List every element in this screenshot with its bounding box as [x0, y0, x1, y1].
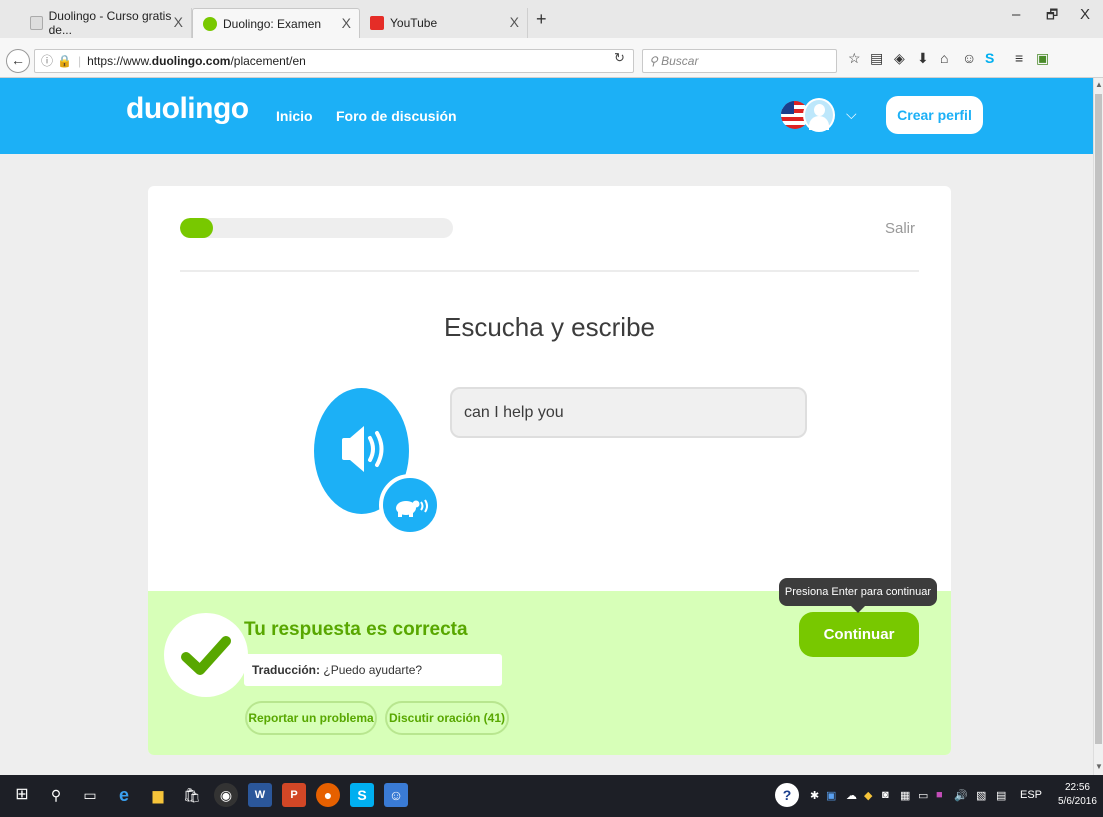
scrollbar-thumb[interactable] [1095, 94, 1102, 744]
avatar[interactable] [803, 98, 835, 132]
bluetooth-icon[interactable]: ✱ [810, 789, 819, 802]
tab-close-icon[interactable]: X [510, 14, 519, 30]
report-problem-button[interactable]: Reportar un problema [245, 701, 377, 735]
tab-duolingo-course[interactable]: Duolingo - Curso gratis de... X [20, 8, 192, 38]
tray-app-icon[interactable]: ◆ [864, 789, 872, 802]
site-header: duolingo Inicio Foro de discusión ⌵ Crea… [0, 78, 1093, 154]
restore-button[interactable]: 🗗 [1046, 6, 1058, 28]
new-tab-button[interactable]: + [536, 9, 547, 30]
language-indicator[interactable]: ESP [1020, 789, 1042, 801]
progress-fill [180, 218, 213, 238]
translation-label: Traducción: [252, 663, 321, 677]
info-icon[interactable]: ⓘ [41, 54, 53, 68]
download-icon[interactable]: ⬇ [917, 50, 929, 67]
tray-app-icon[interactable]: ■ [936, 789, 943, 801]
create-profile-button[interactable]: Crear perfil [886, 96, 983, 134]
tab-duolingo-exam[interactable]: Duolingo: Examen X [192, 8, 360, 38]
youtube-icon [370, 16, 384, 30]
search-icon[interactable]: ⚲ [44, 783, 68, 807]
menu-icon[interactable]: ≡ [1015, 50, 1023, 66]
powerpoint-icon[interactable]: P [282, 783, 306, 807]
scroll-up-icon[interactable]: ▲ [1095, 80, 1103, 89]
continue-tooltip: Presiona Enter para continuar [779, 578, 937, 613]
tab-close-icon[interactable]: X [174, 14, 183, 30]
lock-icon: 🔒 [57, 54, 72, 68]
answer-input[interactable]: can I help you [450, 387, 807, 438]
chat-icon[interactable]: ☺ [962, 50, 976, 66]
back-arrow-icon[interactable]: ← [6, 49, 30, 73]
translation-value: ¿Puedo ayudarte? [323, 663, 423, 677]
network-icon[interactable]: ▭ [918, 789, 928, 802]
app-icon[interactable]: ☺ [384, 783, 408, 807]
progress-bar [180, 218, 453, 238]
home-icon[interactable]: ⌂ [940, 50, 948, 66]
skype-taskbar-icon[interactable]: S [350, 783, 374, 807]
volume-icon[interactable]: 🔊 [954, 789, 968, 802]
windows-taskbar: ⊞ ⚲ ▭ e ▆ 🛍 ◉ W P ● S ☺ ? ✱ ▣ ☁ ◆ ◙ ▦ ▭ … [0, 775, 1103, 817]
reading-list-icon[interactable]: ▤ [870, 50, 883, 67]
continue-button[interactable]: Continuar [799, 612, 919, 657]
correct-badge [164, 613, 248, 697]
tray-app-icon[interactable]: ▣ [826, 789, 836, 802]
discuss-sentence-button[interactable]: Discutir oración (41) [385, 701, 509, 735]
nav-link-home[interactable]: Inicio [276, 108, 313, 124]
challenge-prompt: Escucha y escribe [444, 312, 655, 342]
tab-close-icon[interactable]: X [342, 15, 351, 31]
notification-icon[interactable]: ▤ [996, 789, 1006, 802]
tray-app-icon[interactable]: ▦ [900, 789, 910, 802]
system-clock[interactable]: 22:56 5/6/2016 [1058, 781, 1097, 809]
bookmark-star-icon[interactable]: ☆ [848, 50, 861, 67]
browser-nav-bar: ← ⓘ 🔒 | https://www.duolingo.com/placement/… [0, 38, 1103, 78]
close-window-button[interactable]: X [1080, 6, 1090, 23]
divider [180, 270, 919, 272]
chevron-down-icon[interactable]: ⌵ [846, 106, 857, 123]
nav-link-forum[interactable]: Foro de discusión [336, 108, 457, 124]
browser-search-input[interactable]: ⚲ Buscar [642, 49, 837, 73]
tab-youtube[interactable]: YouTube X [360, 8, 528, 38]
play-slow-audio-button[interactable] [379, 474, 441, 536]
tray-app-icon[interactable]: ▧ [976, 789, 986, 802]
windows-start-icon[interactable]: ⊞ [10, 783, 34, 807]
page-icon [30, 16, 43, 30]
tray-app-icon[interactable]: ◙ [882, 789, 889, 801]
feedback-panel: Tu respuesta es correcta Traducción: ¿Pu… [148, 591, 951, 755]
firefox-icon[interactable]: ● [316, 783, 340, 807]
browser-tab-bar: Duolingo - Curso gratis de... X Duolingo… [0, 0, 1103, 38]
translation-box: Traducción: ¿Puedo ayudarte? [244, 654, 502, 686]
duolingo-logo[interactable]: duolingo [126, 92, 249, 126]
lesson-card: Salir Escucha y escribe can I help you T… [148, 186, 951, 755]
reload-icon[interactable]: ↻ [614, 50, 625, 66]
exit-button[interactable]: Salir [885, 220, 915, 237]
feedback-title: Tu respuesta es correcta [244, 619, 468, 640]
word-icon[interactable]: W [248, 783, 272, 807]
url-bar[interactable]: ⓘ 🔒 | https://www.duolingo.com/placement/en [34, 49, 634, 73]
edge-icon[interactable]: e [112, 783, 136, 807]
help-icon[interactable]: ? [775, 783, 799, 807]
task-view-icon[interactable]: ▭ [78, 783, 102, 807]
app-icon[interactable]: ◉ [214, 783, 238, 807]
duolingo-owl-icon [203, 16, 217, 31]
extension-icon[interactable]: ▣ [1036, 50, 1049, 67]
minimize-button[interactable]: – [1012, 6, 1020, 23]
page-scrollbar[interactable]: ▲ ▼ [1093, 78, 1103, 775]
turtle-icon [396, 499, 428, 517]
file-explorer-icon[interactable]: ▆ [146, 783, 170, 807]
checkmark-icon [181, 636, 231, 675]
pocket-icon[interactable]: ◈ [894, 50, 905, 67]
store-icon[interactable]: 🛍 [180, 783, 204, 807]
cloud-icon[interactable]: ☁ [846, 789, 857, 802]
scroll-down-icon[interactable]: ▼ [1095, 762, 1103, 771]
skype-icon[interactable]: S [985, 50, 994, 66]
